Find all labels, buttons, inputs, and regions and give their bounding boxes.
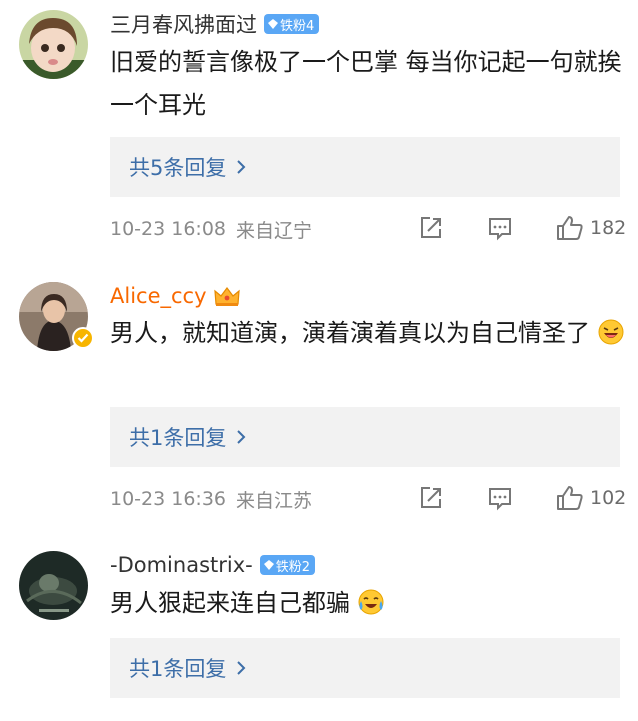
user-avatar[interactable] [19, 551, 88, 620]
comment-text-content: 男人狠起来连自己都骗 [110, 589, 350, 617]
replies-count: 共1条回复 [129, 657, 227, 681]
diamond-icon [263, 560, 274, 570]
username[interactable]: -Dominastrix- [110, 553, 253, 577]
view-replies-button[interactable]: 共1条回复 [110, 638, 620, 698]
avatar-image [19, 551, 88, 620]
crying-laughing-emoji-icon [358, 589, 384, 615]
fan-badge: 铁粉2 [259, 555, 315, 575]
chevron-right-icon [237, 661, 246, 675]
comment-item: -Dominastrix- 铁粉2 男人狠起来连自己都骗 共1条回复 [0, 0, 638, 721]
comment-text: 男人狠起来连自己都骗 [110, 582, 630, 625]
fan-badge-label: 铁粉2 [275, 559, 310, 575]
